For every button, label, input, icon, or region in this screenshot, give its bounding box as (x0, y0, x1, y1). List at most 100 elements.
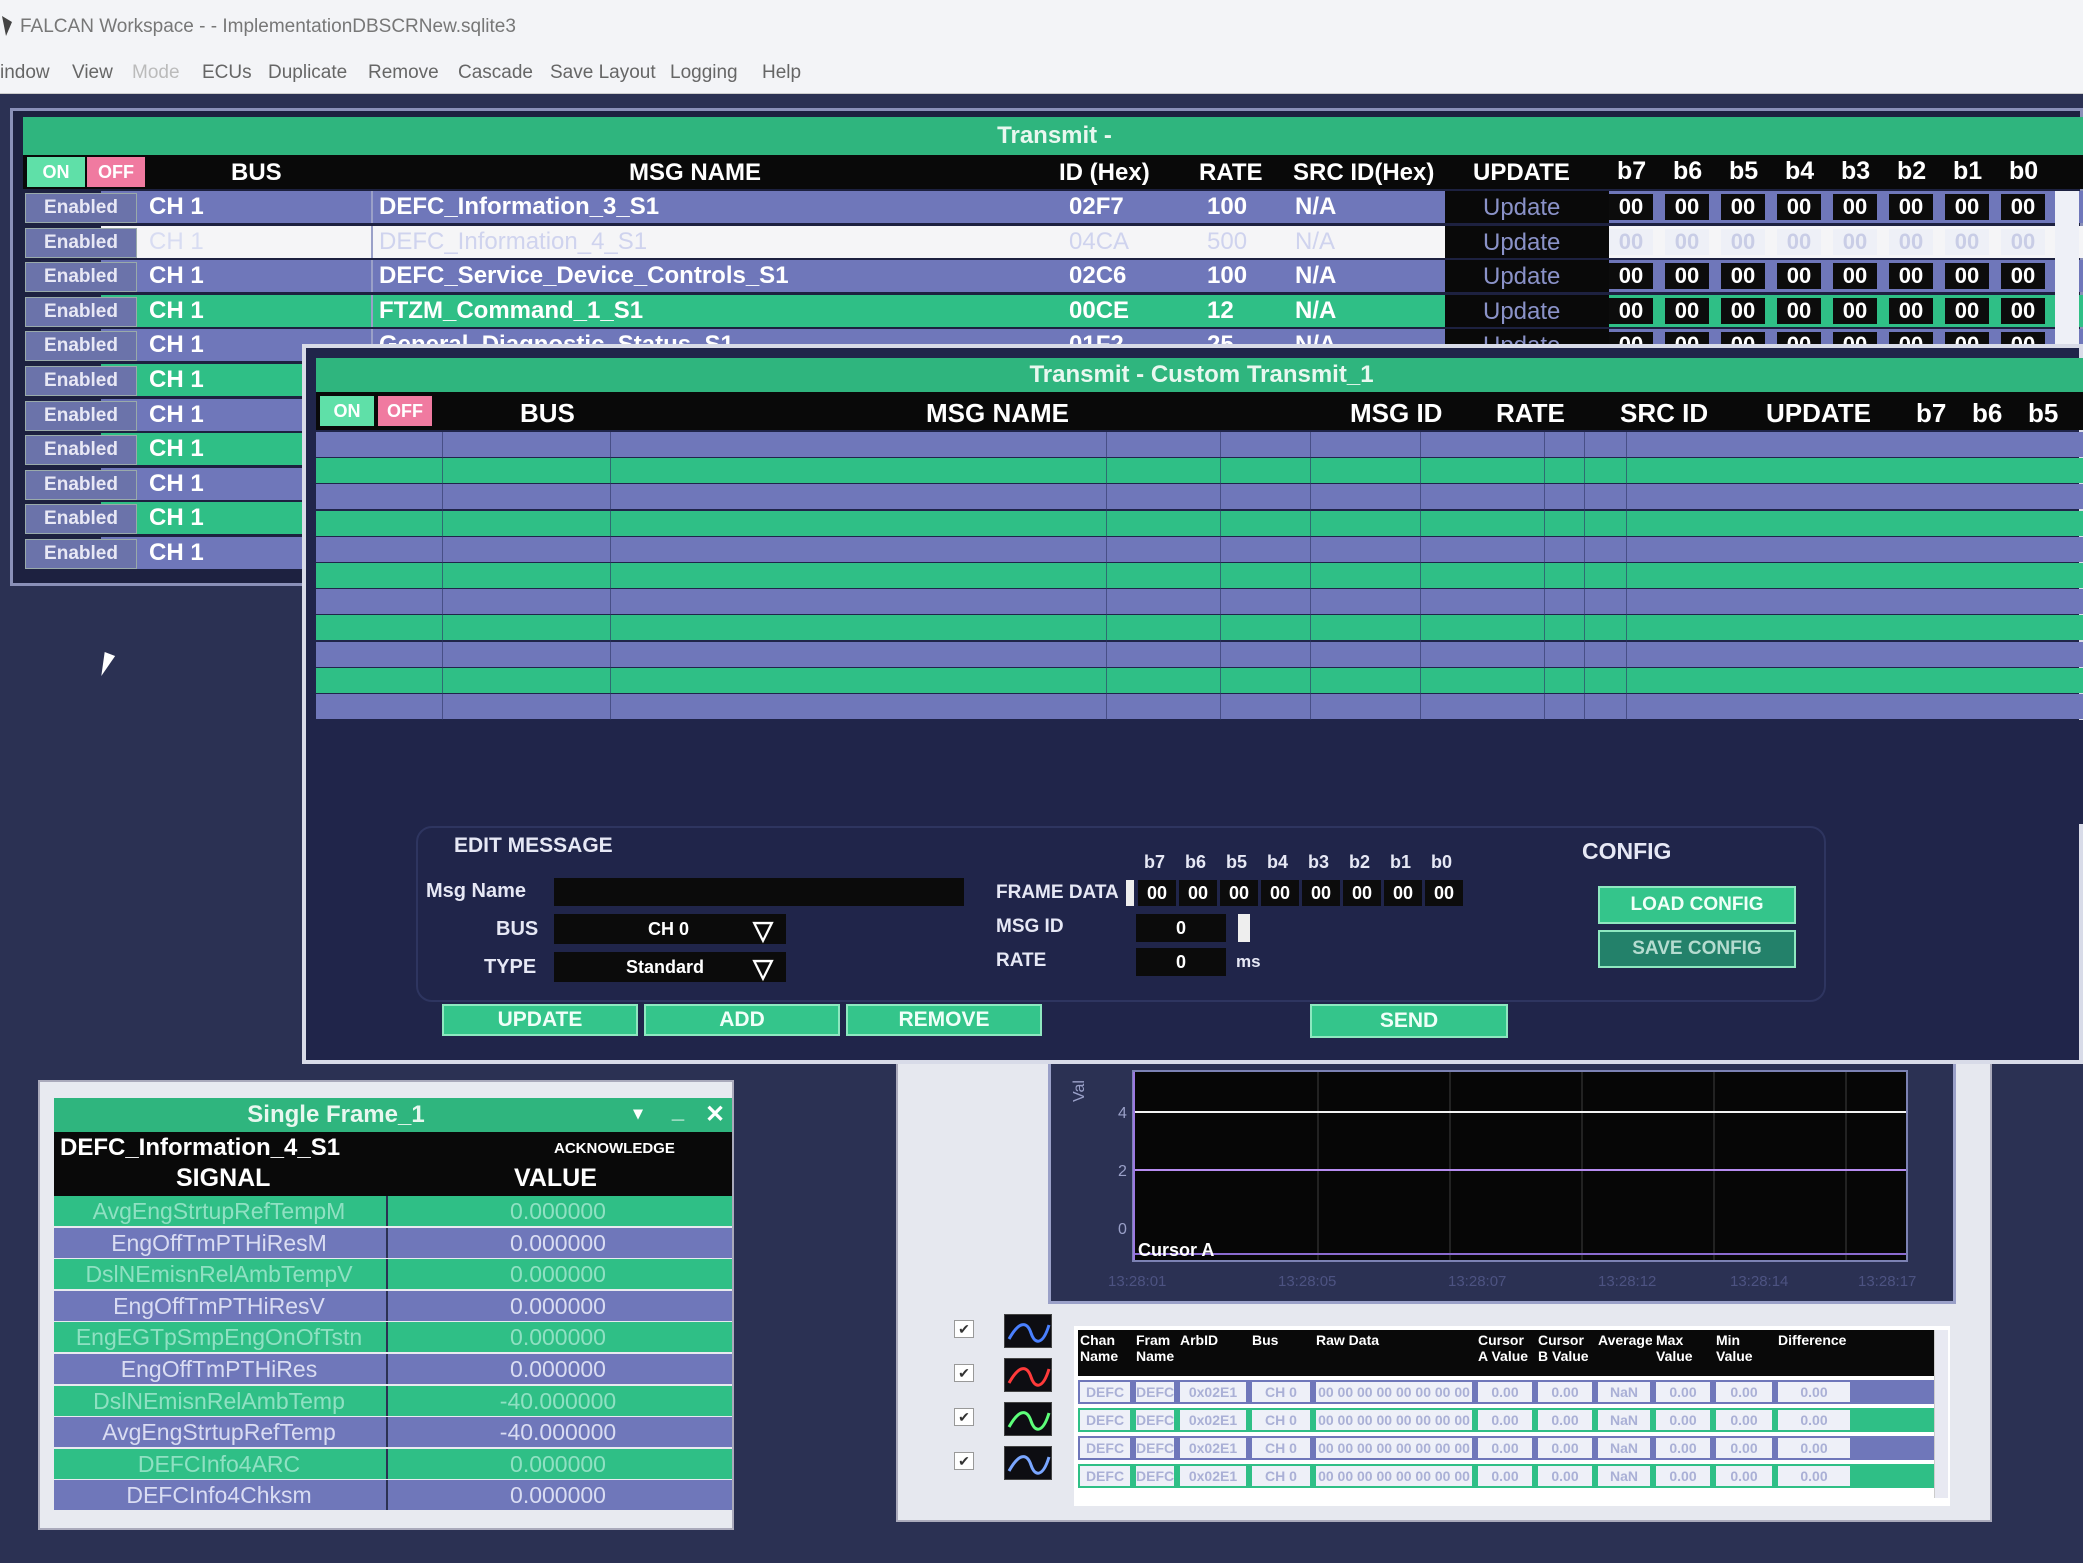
byte-b5[interactable]: 00 (1721, 263, 1765, 290)
type-chevron-down-icon[interactable]: ▽ (746, 954, 780, 982)
byte-b7[interactable]: 00 (1609, 297, 1653, 324)
table-row[interactable] (316, 589, 2083, 615)
channel-color-swatch[interactable] (1004, 1314, 1052, 1348)
channel-checkbox[interactable]: ✔ (954, 1452, 974, 1470)
channel-checkbox[interactable]: ✔ (954, 1364, 974, 1382)
update-button[interactable]: UPDATE (442, 1004, 638, 1036)
minimize-icon[interactable]: _ (658, 1098, 698, 1132)
add-button[interactable]: ADD (644, 1004, 840, 1036)
byte-b0[interactable]: 00 (2001, 297, 2045, 324)
byte-b4[interactable]: 00 (1777, 297, 1821, 324)
byte-b4[interactable]: 00 (1777, 194, 1821, 220)
byte-b6[interactable]: 00 (1665, 263, 1709, 290)
row-update-button[interactable]: Update (1483, 298, 1560, 326)
byte-b6[interactable]: 00 (1665, 297, 1709, 324)
enabled-toggle-button[interactable]: Enabled (25, 435, 137, 466)
byte-b2[interactable]: 00 (1889, 228, 1933, 255)
table-row[interactable] (316, 615, 2083, 641)
row-update-button[interactable]: Update (1483, 194, 1560, 222)
menu-item-ecus[interactable]: ECUs (202, 62, 252, 84)
channel-color-swatch[interactable] (1004, 1402, 1052, 1436)
menu-item-duplicate[interactable]: Duplicate (268, 62, 347, 84)
byte-b2[interactable]: 00 (1889, 297, 1933, 324)
table-row[interactable] (316, 432, 2083, 457)
channel-checkbox[interactable]: ✔ (954, 1408, 974, 1426)
frame-byte-b7-input[interactable]: 00 (1138, 880, 1176, 906)
byte-b5[interactable]: 00 (1721, 297, 1765, 324)
byte-b2[interactable]: 00 (1889, 194, 1933, 220)
byte-b6[interactable]: 00 (1665, 228, 1709, 255)
byte-b0[interactable]: 00 (2001, 263, 2045, 290)
menu-item-cascade[interactable]: Cascade (458, 62, 533, 84)
channel-color-swatch[interactable] (1004, 1446, 1052, 1480)
channel-color-swatch[interactable] (1004, 1358, 1052, 1392)
byte-b3[interactable]: 00 (1833, 263, 1877, 290)
menu-item-mode[interactable]: Mode (132, 62, 180, 84)
table-row[interactable] (316, 536, 2083, 562)
frame-byte-b2-input[interactable]: 00 (1343, 880, 1381, 906)
enabled-toggle-button[interactable]: Enabled (25, 331, 137, 362)
rate-input[interactable]: 0 (1136, 948, 1226, 976)
byte-b1[interactable]: 00 (1945, 297, 1989, 324)
byte-b6[interactable]: 00 (1665, 194, 1709, 220)
channel-table-scrollbar[interactable] (1934, 1330, 1948, 1498)
byte-b2[interactable]: 00 (1889, 263, 1933, 290)
msg-name-input[interactable] (554, 878, 964, 906)
byte-b1[interactable]: 00 (1945, 228, 1989, 255)
table-row[interactable] (316, 694, 2083, 719)
frame-byte-b3-input[interactable]: 00 (1302, 880, 1340, 906)
table-row[interactable] (316, 563, 2083, 588)
byte-b3[interactable]: 00 (1833, 194, 1877, 220)
enabled-toggle-button[interactable]: Enabled (25, 504, 137, 535)
transmit-off-button[interactable]: OFF (87, 157, 145, 187)
enabled-toggle-button[interactable]: Enabled (25, 400, 137, 431)
byte-b0[interactable]: 00 (2001, 228, 2045, 255)
table-row[interactable] (316, 641, 2083, 667)
byte-b1[interactable]: 00 (1945, 263, 1989, 290)
close-icon[interactable]: ✕ (698, 1098, 732, 1132)
enabled-toggle-button[interactable]: Enabled (25, 469, 137, 500)
frame-byte-b4-input[interactable]: 00 (1261, 880, 1299, 906)
row-update-button[interactable]: Update (1483, 263, 1560, 291)
load-config-button[interactable]: LOAD CONFIG (1598, 886, 1796, 924)
frame-byte-b1-input[interactable]: 00 (1384, 880, 1422, 906)
byte-b7[interactable]: 00 (1609, 194, 1653, 220)
channel-checkbox[interactable]: ✔ (954, 1320, 974, 1338)
bus-chevron-down-icon[interactable]: ▽ (746, 916, 780, 944)
row-update-button[interactable]: Update (1483, 229, 1560, 257)
custom-on-button[interactable]: ON (320, 396, 374, 426)
table-row[interactable] (316, 458, 2083, 484)
menu-item-indow[interactable]: indow (0, 62, 50, 84)
byte-b7[interactable]: 00 (1609, 263, 1653, 290)
byte-b3[interactable]: 00 (1833, 228, 1877, 255)
enabled-toggle-button[interactable]: Enabled (25, 227, 137, 258)
enabled-toggle-button[interactable]: Enabled (25, 296, 137, 327)
table-row[interactable] (316, 484, 2083, 510)
msg-id-input[interactable]: 0 (1136, 914, 1226, 942)
menu-item-logging[interactable]: Logging (670, 62, 738, 84)
byte-b4[interactable]: 00 (1777, 263, 1821, 290)
menu-item-view[interactable]: View (72, 62, 113, 84)
table-row[interactable] (316, 510, 2083, 536)
enabled-toggle-button[interactable]: Enabled (25, 262, 137, 293)
byte-b5[interactable]: 00 (1721, 194, 1765, 220)
remove-button[interactable]: REMOVE (846, 1004, 1042, 1036)
menu-item-save-layout[interactable]: Save Layout (550, 62, 656, 84)
menu-item-help[interactable]: Help (762, 62, 801, 84)
frame-byte-b5-input[interactable]: 00 (1220, 880, 1258, 906)
acknowledge-label[interactable]: ACKNOWLEDGE (554, 1140, 675, 1157)
msg-id-spinner[interactable] (1238, 914, 1250, 942)
frame-byte-b6-input[interactable]: 00 (1179, 880, 1217, 906)
custom-off-button[interactable]: OFF (378, 396, 432, 426)
enabled-toggle-button[interactable]: Enabled (25, 366, 137, 396)
table-row[interactable] (316, 667, 2083, 693)
byte-b4[interactable]: 00 (1777, 228, 1821, 255)
enabled-toggle-button[interactable]: Enabled (25, 193, 137, 223)
transmit-on-button[interactable]: ON (27, 157, 85, 187)
minimize-dropdown-icon[interactable]: ▾ (618, 1098, 658, 1132)
enabled-toggle-button[interactable]: Enabled (25, 539, 137, 569)
save-config-button[interactable]: SAVE CONFIG (1598, 930, 1796, 968)
byte-b3[interactable]: 00 (1833, 297, 1877, 324)
byte-b1[interactable]: 00 (1945, 194, 1989, 220)
byte-b7[interactable]: 00 (1609, 228, 1653, 255)
